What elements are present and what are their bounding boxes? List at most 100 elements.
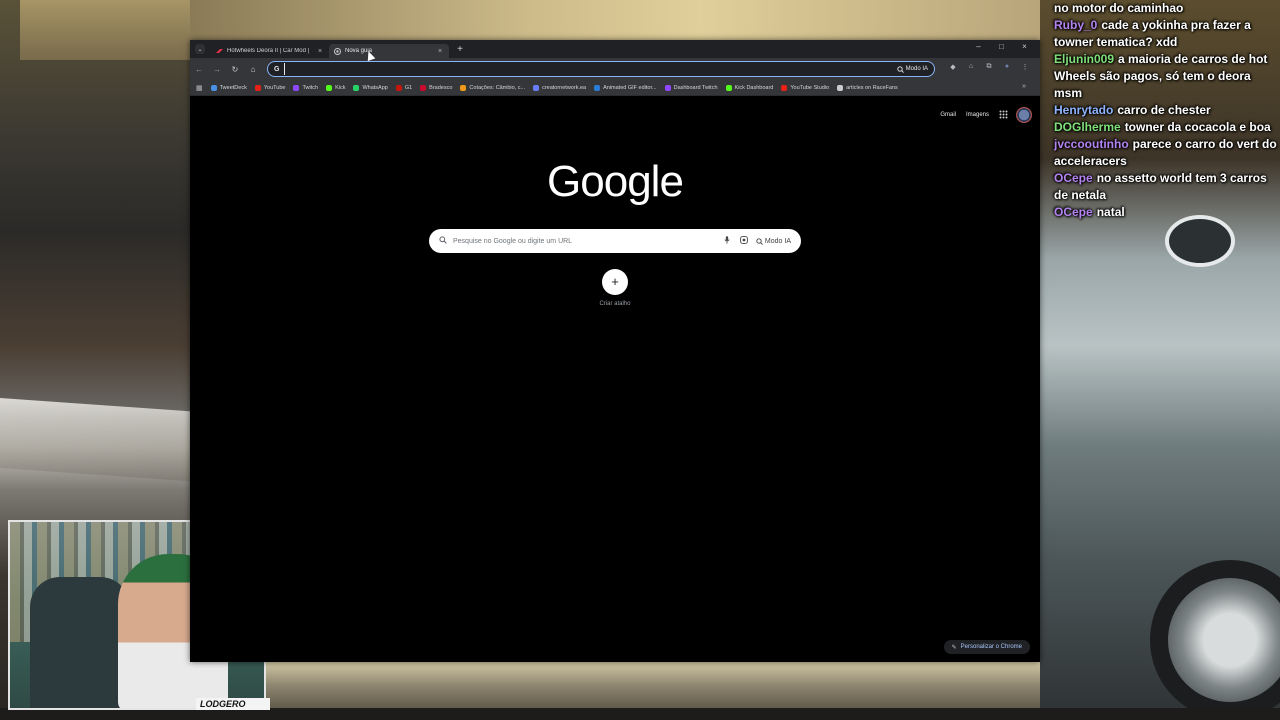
maximize-button[interactable]: □ xyxy=(990,42,1013,51)
tab-favicon-icon xyxy=(216,48,223,55)
new-tab-button[interactable]: + xyxy=(455,44,465,55)
bookmark-label: WhatsApp xyxy=(362,84,388,91)
chat-message: DOGlherme towner da cocacola e boa xyxy=(1054,119,1280,136)
new-tab-page: Gmail Imagens Google Pesquise no Google … xyxy=(190,97,1040,662)
bookmark-label: Kick Dashboard xyxy=(734,84,774,91)
chat-text: carro de chester xyxy=(1117,103,1211,117)
bookmark-item[interactable]: creatornetwork.ea xyxy=(533,84,587,91)
chat-username: OCepe xyxy=(1054,205,1093,219)
close-window-button[interactable]: × xyxy=(1013,42,1036,51)
chat-text: natal xyxy=(1096,205,1125,219)
bookmark-favicon-icon xyxy=(293,84,300,91)
chat-username: jvccooutinho xyxy=(1054,137,1129,151)
tab-title: Hotwheels Deora II | Car Mod | xyxy=(227,48,310,54)
bookmark-label: G1 xyxy=(404,84,413,91)
close-icon[interactable]: × xyxy=(316,48,324,55)
extension-shield-icon[interactable]: ◆ xyxy=(944,63,962,75)
chat-username: DOGlherme xyxy=(1054,120,1121,134)
chat-message: Eljunin009 a maioria de carros de hot Whe… xyxy=(1054,51,1280,102)
chat-message: OCepe natal xyxy=(1054,204,1280,221)
chat-username: Eljunin009 xyxy=(1054,52,1115,66)
home-button[interactable]: ⌂ xyxy=(244,65,262,74)
ai-mode-button[interactable]: Modo IA xyxy=(756,238,791,245)
bookmark-item[interactable]: TweetDeck xyxy=(210,84,247,91)
bookmark-item[interactable]: YouTube Studio xyxy=(781,84,829,91)
google-logo: Google xyxy=(547,157,684,206)
tab-hotwheels[interactable]: Hotwheels Deora II | Car Mod | × xyxy=(211,44,329,58)
bookmark-item[interactable]: G1 xyxy=(395,84,413,91)
bookmark-item[interactable]: articles on RaceFans xyxy=(837,84,898,91)
ai-mode-button[interactable]: Modo IA xyxy=(896,65,928,73)
tab-search-button[interactable]: ⌄ xyxy=(195,44,205,54)
bookmark-item[interactable]: Kick Dashboard xyxy=(725,84,774,91)
bookmark-label: YouTube xyxy=(263,84,286,91)
bookmark-item[interactable]: Bradesco xyxy=(420,84,453,91)
bookmark-label: Cotações: Câmbio, c... xyxy=(469,84,526,91)
chat-text: no motor do caminhao xyxy=(1054,1,1184,15)
reload-button[interactable]: ↻ xyxy=(226,65,244,74)
gmail-link[interactable]: Gmail xyxy=(940,112,956,118)
bookmark-label: creatornetwork.ea xyxy=(542,84,587,91)
bookmark-item[interactable]: WhatsApp xyxy=(353,84,388,91)
bookmark-item[interactable]: Animated GIF editor... xyxy=(594,84,657,91)
chat-message: no motor do caminhao xyxy=(1054,0,1280,17)
bookmark-item[interactable]: YouTube xyxy=(254,84,286,91)
account-avatar[interactable] xyxy=(1016,107,1032,123)
bookmark-favicon-icon xyxy=(395,84,402,91)
minimize-button[interactable]: – xyxy=(967,42,990,51)
bookmarks-overflow-button[interactable]: » xyxy=(1022,83,1026,90)
bookmark-favicon-icon xyxy=(837,84,844,91)
extension-home-icon[interactable]: ⌂ xyxy=(962,63,980,75)
bookmark-label: articles on RaceFans xyxy=(846,84,898,91)
bookmark-label: Twitch xyxy=(302,84,319,91)
bookmark-favicon-icon xyxy=(781,84,788,91)
pencil-icon: ✎ xyxy=(951,644,957,651)
images-link[interactable]: Imagens xyxy=(966,112,989,118)
chat-message: jvccooutinho parece o carro do vert do ac… xyxy=(1054,136,1280,170)
browser-window: ⌄ Hotwheels Deora II | Car Mod | × Nova … xyxy=(190,40,1040,662)
tab-title: Nova guia xyxy=(345,48,373,54)
chat-username: Henrytado xyxy=(1054,103,1114,117)
menu-icon[interactable]: ⋮ xyxy=(1016,63,1034,75)
tab-strip: ⌄ Hotwheels Deora II | Car Mod | × Nova … xyxy=(190,40,1040,58)
bookmark-favicon-icon xyxy=(533,84,540,91)
customize-chrome-button[interactable]: ✎ Personalizar o Chrome xyxy=(943,640,1030,654)
streamer-logo: LODGERO xyxy=(196,698,270,710)
forward-button[interactable]: → xyxy=(208,65,226,74)
chrome-icon xyxy=(334,47,341,55)
stream-chat: no motor do caminhao Ruby_0 cade a yokinha… xyxy=(1054,0,1280,221)
extensions-area: ◆ ⌂ ⧉ ● ⋮ xyxy=(944,63,1034,75)
chat-username: OCepe xyxy=(1054,171,1093,185)
bookmark-item[interactable]: Twitch xyxy=(293,84,319,91)
browser-toolbar: ← → ↻ ⌂ G Modo IA ◆ ⌂ ⧉ ● ⋮ xyxy=(190,58,1040,80)
bookmark-favicon-icon xyxy=(210,84,217,91)
ntp-search-box[interactable]: Pesquise no Google ou digite um URL Modo… xyxy=(429,229,801,253)
add-shortcut-button[interactable]: + xyxy=(602,269,628,295)
extensions-puzzle-icon[interactable]: ⧉ xyxy=(980,63,998,75)
background-skyline xyxy=(20,0,200,60)
bookmark-label: Kick xyxy=(335,84,346,91)
close-icon[interactable]: × xyxy=(436,48,444,55)
background-scene-top xyxy=(190,0,1040,40)
address-input[interactable] xyxy=(284,63,897,75)
apps-grid-icon[interactable]: ▦ xyxy=(196,84,203,92)
tab-new-tab[interactable]: Nova guia × xyxy=(329,44,449,58)
back-button[interactable]: ← xyxy=(190,65,208,74)
bookmark-item[interactable]: Dashboard Twitch xyxy=(664,84,718,91)
profile-icon[interactable]: ● xyxy=(998,63,1016,75)
car-badge xyxy=(1165,215,1235,267)
ntp-top-links: Gmail Imagens xyxy=(940,107,1032,123)
bookmark-item[interactable]: Cotações: Câmbio, c... xyxy=(460,84,526,91)
chat-message: Ruby_0 cade a yokinha pra fazer a towner … xyxy=(1054,17,1280,51)
google-apps-icon[interactable] xyxy=(999,110,1008,121)
bookmark-item[interactable]: Kick xyxy=(326,84,346,91)
bookmarks-bar: ▦ TweetDeck YouTube Twitch Kick WhatsApp G1 Br… xyxy=(190,80,1040,96)
chat-text: towner da cocacola e boa xyxy=(1124,120,1271,134)
bookmark-favicon-icon xyxy=(326,84,333,91)
lens-icon[interactable] xyxy=(740,236,748,246)
bookmark-favicon-icon xyxy=(594,84,601,91)
bookmark-favicon-icon xyxy=(725,84,732,91)
microphone-icon[interactable] xyxy=(724,236,730,246)
omnibox[interactable]: G Modo IA xyxy=(267,61,935,77)
bookmark-label: Bradesco xyxy=(429,84,453,91)
